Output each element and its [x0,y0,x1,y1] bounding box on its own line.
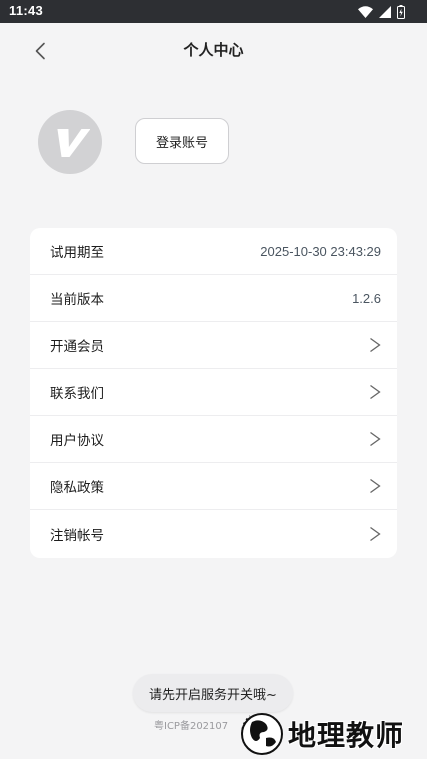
page-title: 个人中心 [183,41,244,59]
icp-footer[interactable]: 粤ICP备202107 [154,717,228,732]
header-bar: 个人中心 [0,23,427,77]
battery-icon [397,5,405,19]
chevron-right-icon [370,478,381,494]
row-label: 开通会员 [50,339,104,355]
chevron-right-icon [370,431,381,447]
row-label: 当前版本 [50,292,104,308]
row-label: 试用期至 [50,245,104,261]
wifi-icon [358,6,373,18]
menu-item-contact[interactable]: 联系我们 [30,369,397,416]
row-label: 联系我们 [50,386,104,402]
v-logo-icon [57,129,90,157]
login-button[interactable]: 登录账号 [135,118,229,164]
avatar[interactable] [38,110,102,174]
menu-item-privacy-policy[interactable]: 隐私政策 [30,463,397,510]
status-bar: 11:43 [0,0,427,23]
row-label: 注销帐号 [50,527,104,544]
status-time: 11:43 [9,3,44,18]
status-icons [358,4,405,20]
watermark-text: 地理教师 [288,719,405,752]
globe-icon [241,713,283,755]
menu-item-membership[interactable]: 开通会员 [30,322,397,369]
row-label: 用户协议 [50,433,104,449]
chevron-right-icon [370,337,381,353]
chevron-right-icon [370,384,381,400]
trial-expiry-value: 2025-10-30 23:43:29 [260,243,381,259]
row-label: 隐私政策 [50,480,104,496]
version-value: 1.2.6 [352,290,381,306]
watermark: 地理教师 [230,706,420,756]
signal-icon [379,6,391,18]
menu-item-delete-account[interactable]: 注销帐号 [30,510,397,557]
version-row: 当前版本 1.2.6 [30,275,397,322]
menu-item-user-agreement[interactable]: 用户协议 [30,416,397,463]
chevron-right-icon [370,526,381,541]
trial-expiry-row: 试用期至 2025-10-30 23:43:29 [30,228,397,275]
settings-card: 试用期至 2025-10-30 23:43:29 当前版本 1.2.6 开通会员… [30,228,397,558]
